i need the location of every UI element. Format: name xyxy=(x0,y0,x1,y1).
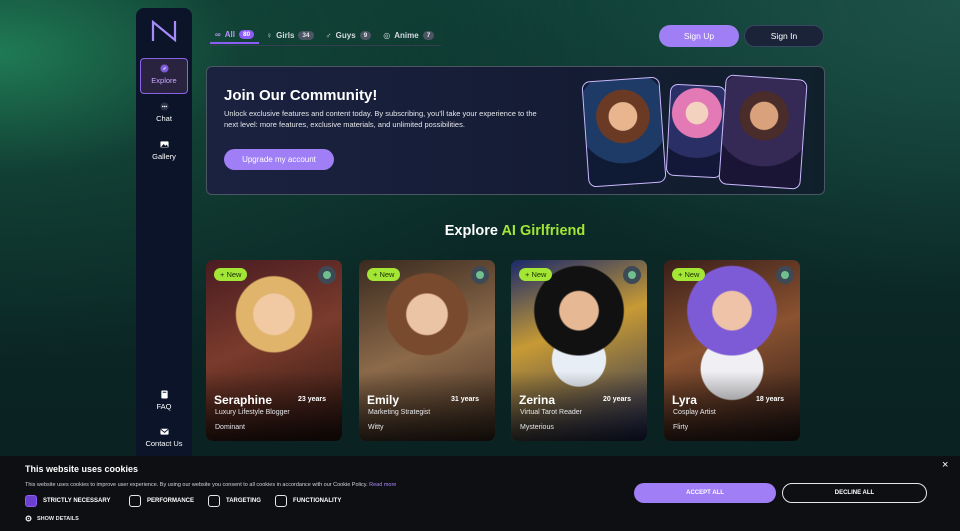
card-name: Zerina xyxy=(519,393,556,407)
card-role: Luxury Lifestyle Blogger xyxy=(215,409,290,416)
show-details-label: SHOW DETAILS xyxy=(37,515,79,522)
category-tabs: ∞ All 80 ♀ Girls 34 ♂ Guys 9 ◎ Anime 7 xyxy=(210,26,442,46)
sidebar-item-chat[interactable]: Chat xyxy=(140,102,188,123)
card-age: 23 years xyxy=(297,396,326,403)
card-trait: Flirty xyxy=(673,424,689,431)
upgrade-button[interactable]: Upgrade my account xyxy=(224,149,334,170)
card-name: Lyra xyxy=(672,393,697,407)
anime-icon: ◎ xyxy=(383,30,391,40)
tab-label: Girls xyxy=(276,30,295,40)
card-name: Emily xyxy=(367,393,400,407)
section-title: Explore AI Girlfriend xyxy=(0,223,960,239)
compass-icon xyxy=(159,64,169,73)
tab-count: 80 xyxy=(238,29,255,39)
chat-icon[interactable] xyxy=(623,266,641,284)
show-details-toggle[interactable]: SHOW DETAILS xyxy=(25,515,79,522)
sidebar-item-label: Chat xyxy=(156,114,172,123)
banner-title: Join Our Community! xyxy=(224,87,378,104)
banner-image-girl xyxy=(581,76,667,188)
new-badge: + New xyxy=(519,268,553,281)
cookie-banner: This website uses cookies This website u… xyxy=(0,456,960,531)
card-age: 20 years xyxy=(602,396,631,403)
checkbox-label: STRICTLY NECESSARY xyxy=(43,498,111,504)
character-card[interactable]: + New Zerina 20 years Virtual Tarot Read… xyxy=(511,260,647,441)
envelope-icon xyxy=(159,428,169,435)
accept-all-button[interactable]: ACCEPT ALL xyxy=(634,483,776,503)
new-badge: + New xyxy=(214,268,248,281)
sidebar-item-label: Contact Us xyxy=(145,439,183,448)
tab-girls[interactable]: ♀ Girls 34 xyxy=(261,26,318,44)
strictly-necessary-checkbox[interactable]: STRICTLY NECESSARY xyxy=(25,495,110,507)
logo[interactable] xyxy=(151,20,177,42)
banner-image-guy xyxy=(718,74,808,190)
checkbox-checked xyxy=(25,495,37,507)
tab-count: 7 xyxy=(422,30,435,40)
chat-dots-icon xyxy=(159,102,169,111)
tab-count: 9 xyxy=(359,30,372,40)
banner-text: Unlock exclusive features and content to… xyxy=(224,109,537,129)
card-role: Marketing Strategist xyxy=(368,409,431,416)
cookie-title: This website uses cookies xyxy=(25,464,139,474)
sidebar-item-explore[interactable]: Explore xyxy=(140,58,188,94)
sidebar-item-label: Gallery xyxy=(152,152,176,161)
male-icon: ♂ xyxy=(325,30,332,40)
card-trait: Mysterious xyxy=(520,424,554,431)
card-trait: Witty xyxy=(368,424,384,431)
character-card[interactable]: + New Seraphine 23 years Luxury Lifestyl… xyxy=(206,260,342,441)
read-more-link[interactable]: Read more xyxy=(369,482,396,488)
section-title-prefix: Explore xyxy=(444,223,502,239)
decline-all-button[interactable]: DECLINE ALL xyxy=(782,483,927,503)
checkbox-label: PERFORMANCE xyxy=(147,498,195,504)
checkbox-label: TARGETING xyxy=(226,498,261,504)
sidebar-item-contact[interactable]: Contact Us xyxy=(140,427,188,448)
image-icon xyxy=(159,141,169,148)
close-icon[interactable]: × xyxy=(942,459,948,471)
tab-label: Guys xyxy=(335,30,356,40)
sign-in-button[interactable]: Sign In xyxy=(744,25,824,47)
card-age: 31 years xyxy=(450,396,479,403)
sidebar-item-faq[interactable]: FAQ xyxy=(140,390,188,411)
card-age: 18 years xyxy=(755,396,784,403)
checkbox xyxy=(208,495,220,507)
sidebar-item-gallery[interactable]: Gallery xyxy=(140,140,188,161)
section-title-accent: AI Girlfriend xyxy=(501,223,586,239)
sign-up-button[interactable]: Sign Up xyxy=(659,25,739,47)
checkbox-label: FUNCTIONALITY xyxy=(293,498,342,504)
new-badge: + New xyxy=(672,268,706,281)
chat-icon[interactable] xyxy=(318,266,336,284)
card-name: Seraphine xyxy=(214,393,273,407)
tab-guys[interactable]: ♂ Guys 9 xyxy=(321,26,377,44)
community-banner: Join Our Community! Unlock exclusive fea… xyxy=(206,66,825,195)
character-card[interactable]: + New Lyra 18 years Cosplay Artist Flirt… xyxy=(664,260,800,441)
sidebar-item-label: Explore xyxy=(151,76,177,85)
card-role: Virtual Tarot Reader xyxy=(520,409,582,416)
card-role: Cosplay Artist xyxy=(673,409,716,416)
new-badge: + New xyxy=(367,268,401,281)
card-trait: Dominant xyxy=(215,424,245,431)
banner-image-anime xyxy=(665,83,727,179)
tab-label: Anime xyxy=(394,30,419,40)
female-icon: ♀ xyxy=(266,30,273,40)
chat-icon[interactable] xyxy=(471,266,489,284)
gear-icon xyxy=(25,515,32,522)
functionality-checkbox[interactable]: FUNCTIONALITY xyxy=(275,495,341,507)
tab-all[interactable]: ∞ All 80 xyxy=(210,26,260,44)
checkbox xyxy=(275,495,287,507)
book-icon xyxy=(160,390,168,399)
cookie-text: This website uses cookies to improve use… xyxy=(25,482,396,488)
chat-icon[interactable] xyxy=(776,266,794,284)
tab-count: 34 xyxy=(298,30,314,40)
cookie-text-body: This website uses cookies to improve use… xyxy=(25,482,368,488)
tab-label: All xyxy=(224,29,235,39)
performance-checkbox[interactable]: PERFORMANCE xyxy=(129,495,194,507)
checkbox xyxy=(129,495,141,507)
tab-anime[interactable]: ◎ Anime 7 xyxy=(378,26,439,44)
character-card[interactable]: + New Emily 31 years Marketing Strategis… xyxy=(359,260,495,441)
sidebar-item-label: FAQ xyxy=(156,402,172,411)
targeting-checkbox[interactable]: TARGETING xyxy=(208,495,261,507)
infinity-icon: ∞ xyxy=(215,29,221,39)
